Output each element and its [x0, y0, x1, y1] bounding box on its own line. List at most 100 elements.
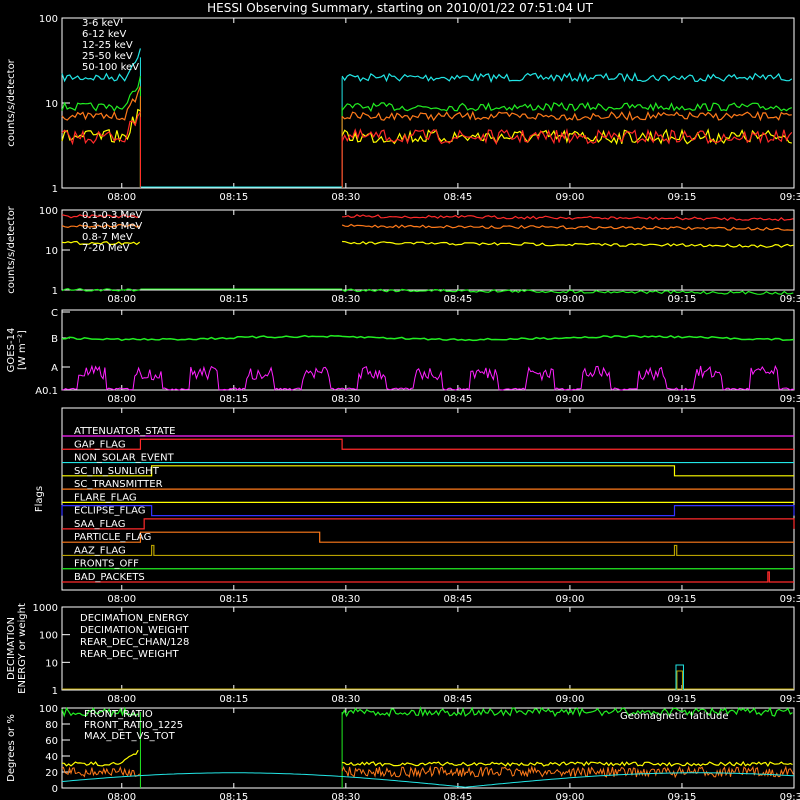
flag-label: ECLIPSE_FLAG [74, 506, 145, 517]
x-tick-label: 09:30 [780, 394, 800, 405]
legend-entry: 6-12 keV [82, 29, 126, 40]
annotation-label: Geomagnetic latitude [620, 711, 728, 722]
flag-label: BAD_PACKETS [74, 572, 145, 583]
x-tick-label: 08:30 [331, 192, 360, 203]
y-tick-label: 1 [52, 686, 58, 697]
x-tick-label: 09:15 [668, 792, 697, 800]
x-tick-label: 08:30 [331, 294, 360, 305]
y-tick-label: A0.1 [35, 386, 58, 397]
x-tick-label: 09:00 [556, 792, 585, 800]
x-tick-label: 08:00 [107, 694, 136, 705]
x-tick-label: 08:15 [219, 394, 248, 405]
series-line-0.1-0.3 MeV [61, 214, 794, 222]
y-tick-label: 100 [39, 631, 58, 642]
flag-line-particle_flag [62, 531, 794, 543]
x-tick-label: 08:15 [219, 594, 248, 605]
y-tick-label: C [51, 308, 58, 319]
x-tick-label: 08:00 [107, 294, 136, 305]
observing-summary-chart: HESSI Observing Summary, starting on 201… [6, 1, 800, 800]
x-tick-label: 08:00 [107, 594, 136, 605]
x-tick-label: 08:45 [443, 192, 472, 203]
flag-label: ATTENUATOR_STATE [74, 426, 175, 437]
x-tick-label: 09:15 [668, 694, 697, 705]
flag-label: SC_TRANSMITTER [74, 479, 163, 490]
legend-entry: DECIMATION_WEIGHT [80, 625, 189, 636]
x-tick-label: 09:30 [780, 294, 800, 305]
y-axis-label: Flags [34, 486, 45, 512]
y-tick-label: B [51, 334, 58, 345]
y-tick-label: 0 [52, 784, 58, 795]
flag-line-aaz_flag [62, 544, 794, 557]
x-tick-label: 09:30 [780, 192, 800, 203]
x-tick-label: 08:00 [107, 792, 136, 800]
panel-frame-2 [61, 209, 795, 291]
y-axis-label: [W m⁻²] [17, 330, 28, 370]
series-line-0.3-0.8 MeV [61, 223, 794, 231]
legend-entry: DECIMATION_ENERGY [80, 613, 189, 624]
y-tick-label: 80 [45, 720, 58, 731]
legend-entry: FRONT_RATIO_1225 [84, 720, 183, 731]
flag-line-saa_flag [62, 518, 795, 530]
x-tick-label: 08:30 [331, 792, 360, 800]
x-tick-label: 08:45 [443, 294, 472, 305]
x-tick-label: 09:00 [556, 192, 585, 203]
x-tick-label: 09:15 [668, 294, 697, 305]
y-axis-label: ENERGY or weight [17, 603, 28, 694]
series-line-25-50 keV [61, 75, 792, 113]
flag-label: GAP_FLAG [74, 439, 126, 450]
x-tick-label: 08:30 [331, 594, 360, 605]
x-tick-label: 09:15 [668, 594, 697, 605]
flag-label: NON_SOLAR_EVENT [74, 453, 175, 464]
chart-title: HESSI Observing Summary, starting on 201… [207, 1, 593, 15]
legend-entry: 12-25 keV [82, 40, 133, 51]
x-tick-label: 09:00 [556, 594, 585, 605]
y-tick-label: 1000 [33, 603, 58, 614]
y-axis-label: DECIMATION [6, 617, 17, 680]
series-line-front-ratio-1225 [61, 749, 793, 768]
flag-label: SAA_FLAG [74, 519, 125, 530]
x-tick-label: 08:45 [443, 694, 472, 705]
flag-line-bad_packets [62, 571, 794, 583]
x-tick-label: 09:00 [556, 394, 585, 405]
flag-line-eclipse_flag [61, 505, 795, 517]
legend-entry: 3-6 keV [82, 18, 120, 29]
x-tick-label: 08:15 [219, 792, 248, 800]
y-tick-label: 40 [45, 752, 58, 763]
x-tick-label: 08:15 [219, 192, 248, 203]
legend-entry: 7-20 MeV [82, 243, 130, 254]
y-axis-label: counts/s/detector [6, 205, 17, 293]
y-tick-label: 100 [39, 14, 58, 25]
x-tick-label: 09:15 [668, 394, 697, 405]
x-tick-label: 08:00 [107, 394, 136, 405]
y-axis-label: GOES-14 [6, 328, 17, 373]
flag-label: AAZ_FLAG [74, 545, 126, 556]
flag-label: FRONTS_OFF [74, 559, 139, 570]
y-axis-label: Degrees or % [6, 714, 17, 782]
x-tick-label: 08:45 [443, 394, 472, 405]
legend-entry: REAR_DEC_WEIGHT [80, 649, 179, 660]
flag-label: PARTICLE_FLAG [74, 532, 151, 543]
x-tick-label: 08:45 [443, 594, 472, 605]
series-line-geomagnetic [61, 772, 795, 788]
panel-frame-1 [61, 17, 795, 189]
legend-entry: 25-50 keV [82, 51, 133, 62]
y-tick-label: 10 [45, 246, 58, 257]
series-line-max-det [61, 765, 794, 779]
y-axis-label: counts/s/detector [6, 58, 17, 146]
legend-entry: FRONT_RATIO [84, 709, 153, 720]
y-tick-label: A [51, 363, 58, 374]
x-tick-label: 09:30 [780, 792, 800, 800]
x-tick-label: 09:00 [556, 294, 585, 305]
x-tick-label: 09:30 [780, 694, 800, 705]
x-tick-label: 08:45 [443, 792, 472, 800]
flag-line-sc_in_sunlight [62, 465, 794, 477]
series-line-0.8-7 MeV [61, 240, 794, 248]
series-line-6-12 keV [61, 86, 792, 122]
x-tick-label: 08:00 [107, 192, 136, 203]
y-tick-label: 60 [45, 736, 58, 747]
y-tick-label: 10 [45, 658, 58, 669]
series-line-50-100 keV [61, 48, 793, 84]
x-tick-label: 09:00 [556, 694, 585, 705]
y-tick-label: 1 [52, 184, 58, 195]
y-tick-label: 20 [45, 768, 58, 779]
